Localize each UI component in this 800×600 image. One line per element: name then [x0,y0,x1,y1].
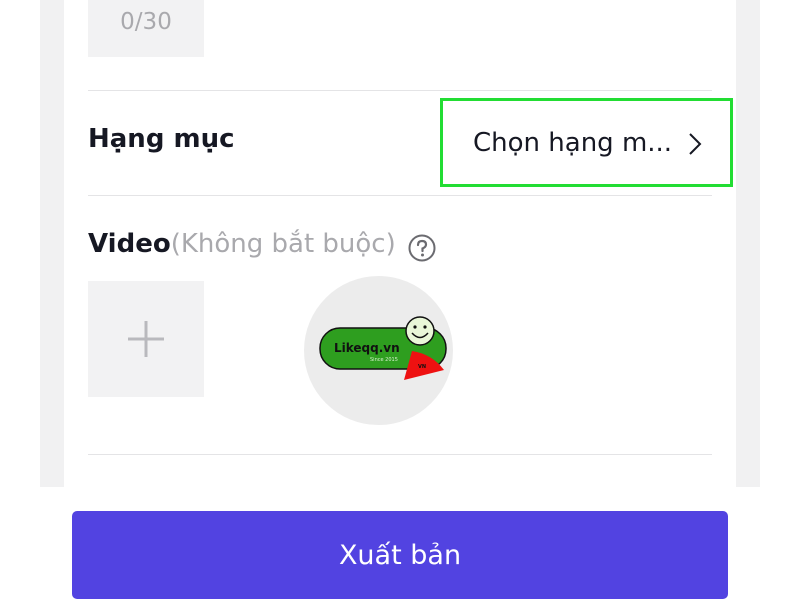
category-placeholder: Chọn hạng m... [473,127,673,158]
smiley-icon [405,316,435,346]
right-gutter [736,0,760,487]
select-category-button[interactable]: Chọn hạng m... [440,98,733,187]
divider [88,195,712,196]
video-title: Video [88,229,171,259]
chevron-right-icon [689,133,702,155]
screen: 0/30 Hạng mục Chọn hạng m... Video(Không… [0,0,800,600]
logo-tag: VN [418,364,426,370]
cover-upload-box[interactable]: 0/30 [88,0,204,57]
divider [88,454,712,455]
likeqq-logo-image: Likeqq.vn Since 2015 VN [319,316,447,380]
video-thumbnail[interactable]: Likeqq.vn Since 2015 VN [304,276,453,425]
video-label: Video(Không bắt buộc) [88,229,396,259]
title-character-counter: 0/30 [120,9,172,35]
logo-text: Likeqq.vn [334,341,400,355]
publish-button[interactable]: Xuất bản [72,511,728,599]
left-gutter [40,0,64,487]
category-label: Hạng mục [88,124,235,154]
video-optional-note: (Không bắt buộc) [170,229,396,259]
plus-icon [128,321,164,357]
question-circle-icon[interactable] [407,233,437,263]
divider [88,90,712,91]
add-video-button[interactable] [88,281,204,397]
logo-subtext: Since 2015 [370,357,398,363]
